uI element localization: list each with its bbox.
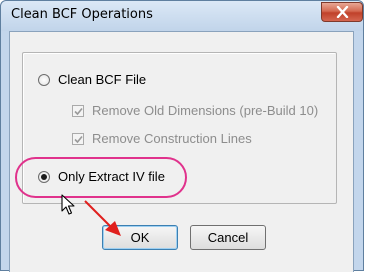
remove-construction-lines-label: Remove Construction Lines — [92, 131, 252, 146]
remove-old-dimensions-checkbox[interactable] — [72, 105, 84, 117]
extract-iv-radio[interactable] — [38, 171, 50, 183]
remove-old-dimensions-label: Remove Old Dimensions (pre-Build 10) — [92, 103, 319, 118]
window-title: Clean BCF Operations — [11, 7, 153, 22]
dialog-window: Clean BCF Operations Clean BCF File Remo… — [0, 0, 364, 272]
close-icon — [336, 6, 349, 18]
ok-button[interactable]: OK — [102, 225, 178, 250]
close-button[interactable] — [321, 2, 363, 22]
radio-selected-dot — [41, 174, 47, 180]
extract-iv-label[interactable]: Only Extract IV file — [58, 169, 165, 184]
clean-bcf-label[interactable]: Clean BCF File — [58, 72, 146, 87]
remove-construction-lines-checkbox[interactable] — [72, 133, 84, 145]
checkmark-icon — [74, 107, 83, 116]
dialog-body: Clean BCF File Remove Old Dimensions (pr… — [9, 31, 354, 272]
clean-bcf-radio[interactable] — [38, 74, 50, 86]
cancel-button[interactable]: Cancel — [190, 225, 266, 250]
title-bar[interactable]: Clean BCF Operations — [1, 1, 363, 31]
mouse-pointer-icon — [61, 194, 75, 215]
checkmark-icon — [74, 135, 83, 144]
